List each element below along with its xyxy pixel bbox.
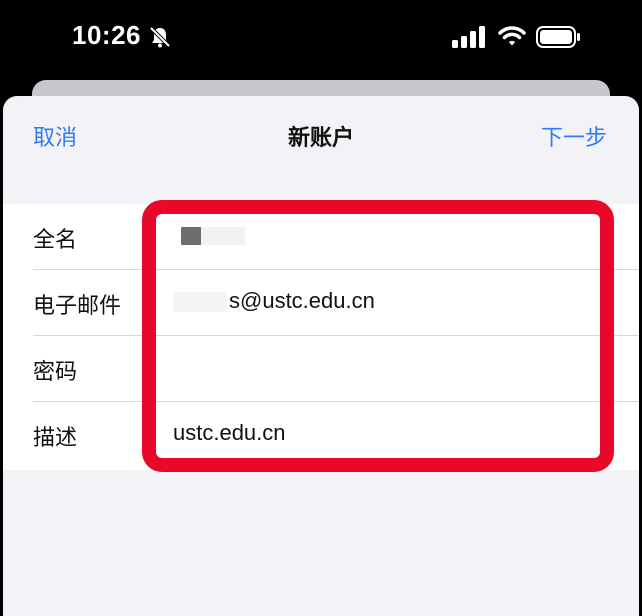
redacted-email-prefix [173,292,227,313]
wifi-icon [498,26,526,46]
cellular-signal-icon [452,26,485,48]
email-row[interactable]: 电子邮件 s@ustc.edu.cn [3,270,639,336]
redacted-name-block [181,227,201,246]
redacted-name-blur [201,227,245,246]
battery-icon [536,26,580,48]
status-time: 10:26 [72,20,141,50]
password-row[interactable]: 密码 [3,336,639,402]
bell-slash-icon [149,26,171,48]
description-label: 描述 [33,426,78,451]
account-form: 全名 电子邮件 s@ustc.edu.cn 密码 描述 ustc.edu.cn [3,204,639,470]
full-name-row[interactable]: 全名 [3,204,639,270]
new-account-sheet: 取消 新账户 下一步 全名 电子邮件 s@ustc.edu.cn 密码 描述 u… [3,96,639,616]
description-row[interactable]: 描述 ustc.edu.cn [3,402,639,470]
email-field[interactable]: s@ustc.edu.cn [173,288,375,314]
email-value: s@ustc.edu.cn [229,288,375,313]
next-button[interactable]: 下一步 [541,120,607,152]
full-name-label: 全名 [33,228,78,253]
status-bar: 10:26 [0,0,642,80]
full-name-field[interactable] [173,222,245,248]
email-label: 电子邮件 [33,294,122,319]
password-label: 密码 [33,360,78,385]
description-field[interactable]: ustc.edu.cn [173,420,286,446]
